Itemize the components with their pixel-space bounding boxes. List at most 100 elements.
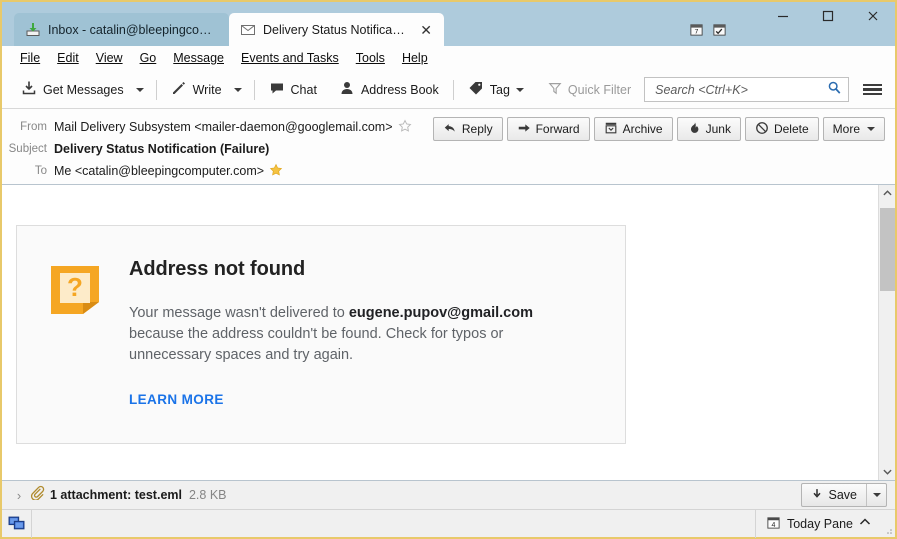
tag-label: Tag xyxy=(489,82,510,97)
svg-text:?: ? xyxy=(67,272,83,302)
tag-button[interactable]: Tag xyxy=(461,77,531,103)
app-menu-button[interactable] xyxy=(859,77,885,103)
reply-label: Reply xyxy=(461,122,493,136)
scrollbar-track[interactable] xyxy=(879,202,896,463)
tasks-icon[interactable] xyxy=(712,22,727,42)
calendar-icon[interactable]: 7 xyxy=(689,22,704,42)
menubar: File Edit View Go Message Events and Tas… xyxy=(2,46,895,71)
menu-message[interactable]: Message xyxy=(165,48,232,68)
menu-file[interactable]: File xyxy=(12,48,48,68)
toolbar-separator-3 xyxy=(452,79,454,100)
chevron-up-icon[interactable] xyxy=(859,516,871,531)
quick-filter-label: Quick Filter xyxy=(567,82,632,97)
menu-edit-label: Edit xyxy=(57,51,79,65)
search-icon[interactable] xyxy=(827,80,842,100)
archive-box-icon xyxy=(604,121,618,138)
menu-view[interactable]: View xyxy=(88,48,131,68)
hamburger-line xyxy=(862,88,882,91)
bounce-notice-card: ? Address not found Your message wasn't … xyxy=(16,225,626,445)
to-label: To xyxy=(34,165,47,177)
tab-inbox-label: Inbox - catalin@bleepingcom... xyxy=(48,22,217,37)
titlebar-mini-icons: 7 xyxy=(689,22,727,42)
write-button[interactable]: Write xyxy=(164,77,229,103)
chat-button[interactable]: Chat xyxy=(262,77,324,103)
header-row-subject: Subject Delivery Status Notification (Fa… xyxy=(2,139,895,159)
scroll-down-arrow-icon[interactable] xyxy=(879,463,896,480)
today-pane-label: Today Pane xyxy=(786,516,853,531)
network-status-icon[interactable] xyxy=(2,509,32,538)
calendar-4-icon: 4 xyxy=(766,515,781,533)
attachment-expander-icon[interactable]: › xyxy=(10,488,28,503)
scrollbar-thumb[interactable] xyxy=(879,208,895,291)
more-label: More xyxy=(832,122,860,136)
today-pane-toggle[interactable]: 4 Today Pane xyxy=(754,509,881,538)
save-attachment-button[interactable]: Save xyxy=(800,483,887,507)
chevron-down-icon xyxy=(515,87,524,92)
close-tab-icon[interactable]: ✕ xyxy=(420,23,432,37)
junk-button[interactable]: Junk xyxy=(676,117,741,141)
maximize-button[interactable] xyxy=(805,2,850,30)
hamburger-line xyxy=(862,83,882,87)
quick-filter-button[interactable]: Quick Filter xyxy=(541,77,638,103)
more-button[interactable]: More xyxy=(822,117,885,141)
tab-delivery-status[interactable]: Delivery Status Notificatio... ✕ xyxy=(229,13,444,46)
message-action-buttons: Reply Forward Archive Junk Delete More xyxy=(432,117,885,141)
menu-tools[interactable]: Tools xyxy=(348,48,393,68)
pencil-icon xyxy=(171,80,187,99)
star-filled-icon[interactable] xyxy=(269,163,283,180)
toolbar-separator-1 xyxy=(155,79,157,100)
bounce-notice-content: Address not found Your message wasn't de… xyxy=(129,258,595,409)
search-input[interactable]: Search <Ctrl+K> xyxy=(644,77,849,102)
menu-view-label: View xyxy=(95,51,123,65)
reply-button[interactable]: Reply xyxy=(432,117,503,141)
archive-button[interactable]: Archive xyxy=(593,117,673,141)
save-button[interactable]: Save xyxy=(802,484,867,506)
resize-grip[interactable] xyxy=(881,510,895,538)
menu-events-and-tasks[interactable]: Events and Tasks xyxy=(233,48,347,68)
star-outline-icon[interactable] xyxy=(398,118,412,136)
minimize-button[interactable] xyxy=(760,2,805,30)
funnel-icon xyxy=(548,81,562,98)
tab-inbox[interactable]: Inbox - catalin@bleepingcom... xyxy=(14,13,229,46)
save-dropdown-button[interactable] xyxy=(867,484,886,506)
paperclip-icon xyxy=(30,485,45,505)
delete-button[interactable]: Delete xyxy=(744,117,819,141)
menu-message-label: Message xyxy=(173,51,224,65)
address-book-button[interactable]: Address Book xyxy=(332,77,446,103)
chevron-down-icon xyxy=(867,127,875,131)
get-messages-label: Get Messages xyxy=(43,82,124,97)
junk-flame-icon xyxy=(687,121,701,138)
subject-value: Delivery Status Notification (Failure) xyxy=(54,142,270,156)
to-value[interactable]: Me <catalin@bleepingcomputer.com> xyxy=(54,164,264,178)
titlebar-right xyxy=(760,2,895,46)
tag-icon xyxy=(468,80,484,99)
subject-label: Subject xyxy=(8,143,47,155)
menu-file-label: File xyxy=(20,51,41,65)
scroll-up-arrow-icon[interactable] xyxy=(879,185,896,202)
chat-label: Chat xyxy=(290,82,317,97)
bounce-text-before: Your message wasn't delivered to xyxy=(129,305,349,321)
menu-help[interactable]: Help xyxy=(394,48,436,68)
menu-edit[interactable]: Edit xyxy=(49,48,87,68)
search-placeholder: Search <Ctrl+K> xyxy=(655,82,748,97)
menu-go[interactable]: Go xyxy=(132,48,165,68)
titlebar: Inbox - catalin@bleepingcom... Delivery … xyxy=(2,2,895,46)
learn-more-link[interactable]: LEARN MORE xyxy=(129,392,224,407)
bounce-text-after: because the address couldn't be found. C… xyxy=(129,326,504,364)
forward-button[interactable]: Forward xyxy=(506,117,590,141)
page-title: Address not found xyxy=(129,258,306,280)
toolbar-separator-2 xyxy=(253,79,255,100)
attachment-label[interactable]: 1 attachment: test.eml xyxy=(50,488,182,502)
main-toolbar: Get Messages Write Chat Address Book Tag… xyxy=(2,71,895,109)
body-vertical-scrollbar[interactable] xyxy=(878,185,895,480)
delete-label: Delete xyxy=(773,122,809,136)
get-messages-button[interactable]: Get Messages xyxy=(14,77,131,103)
attachment-bar: › 1 attachment: test.eml 2.8 KB Save xyxy=(2,480,895,509)
delete-prohibition-icon xyxy=(755,121,769,138)
from-value[interactable]: Mail Delivery Subsystem <mailer-daemon@g… xyxy=(54,120,393,134)
address-book-label: Address Book xyxy=(360,82,439,97)
write-dropdown[interactable] xyxy=(229,77,247,103)
close-button[interactable] xyxy=(850,2,895,30)
get-messages-dropdown[interactable] xyxy=(131,77,149,103)
bounce-notice-text: Your message wasn't delivered to eugene.… xyxy=(129,303,584,366)
